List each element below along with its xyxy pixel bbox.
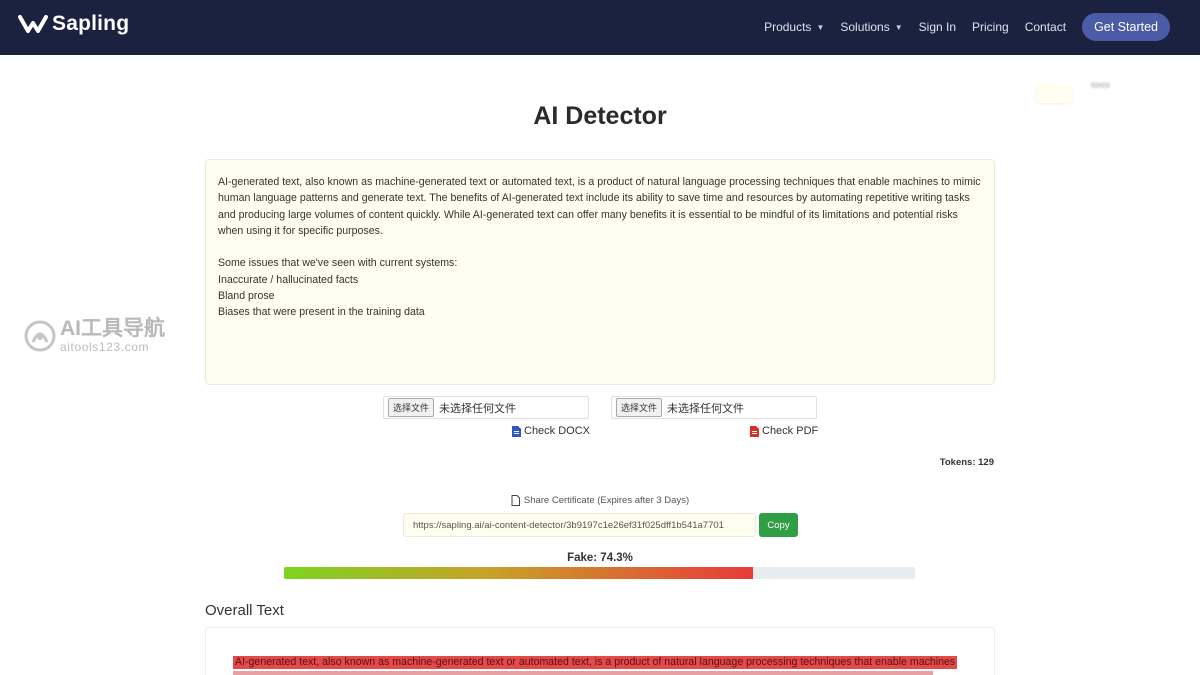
input-list-item: Inaccurate / hallucinated facts (218, 273, 359, 286)
input-paragraph: AI-generated text, also known as machine… (218, 176, 981, 237)
nav-pricing[interactable]: Pricing (972, 20, 1009, 34)
input-list-item: Biases that were present in the training… (218, 306, 425, 319)
watermark-title: AI工具导航 (60, 317, 165, 340)
copy-button[interactable]: Copy (759, 513, 798, 537)
brand-logo[interactable]: Sapling (18, 11, 129, 37)
nav-solutions-label: Solutions (840, 20, 890, 34)
check-pdf-label: Check PDF (762, 425, 819, 437)
nav-solutions[interactable]: Solutions ▼ (840, 20, 902, 34)
main-nav: Products ▼ Solutions ▼ Sign In Pricing C… (748, 13, 1170, 41)
site-watermark: AI工具导航 aitools123.com (24, 318, 165, 354)
overall-text-panel: AI-generated text, also known as machine… (205, 627, 995, 675)
nav-products[interactable]: Products ▼ (764, 20, 824, 34)
chevron-down-icon: ▼ (816, 22, 825, 32)
nav-contact[interactable]: Contact (1025, 20, 1066, 34)
check-docx-button[interactable]: Check DOCX (512, 425, 590, 437)
share-url-field[interactable]: https://sapling.ai/ai-content-detector/3… (403, 513, 756, 537)
watermark-logo-icon (24, 320, 56, 352)
docx-file-status: 未选择任何文件 (439, 402, 517, 415)
certificate-icon (511, 495, 520, 506)
top-navbar: Sapling Products ▼ Solutions ▼ Sign In P… (0, 0, 1200, 55)
input-list-item: Bland prose (218, 290, 275, 303)
share-certificate-label: Share Certificate (Expires after 3 Days) (0, 495, 1200, 506)
get-started-button[interactable]: Get Started (1082, 13, 1170, 41)
pdf-file-icon (750, 425, 759, 437)
sapling-logo-icon (18, 15, 48, 33)
brand-name: Sapling (52, 12, 130, 35)
watermark-subtitle: aitools123.com (60, 340, 150, 354)
nav-products-label: Products (764, 20, 812, 34)
input-list-intro: Some issues that we've seen with current… (218, 257, 458, 270)
highlighted-sentence: AI-generated text, also known as machine… (233, 656, 958, 669)
text-input-area[interactable]: AI-generated text, also known as machine… (205, 159, 995, 385)
nav-sign-in[interactable]: Sign In (919, 20, 956, 34)
fake-score-bar-fill (284, 567, 753, 579)
check-pdf-button[interactable]: Check PDF (750, 425, 818, 437)
word-file-icon (512, 425, 521, 437)
fake-score-bar (284, 567, 915, 579)
docx-choose-file-button[interactable]: 选择文件 (388, 398, 435, 417)
pdf-file-status: 未选择任何文件 (667, 402, 745, 415)
overall-text-heading: Overall Text (205, 602, 284, 619)
token-count: Tokens: 129 (939, 457, 994, 468)
page-title: AI Detector (533, 102, 667, 130)
docx-file-input[interactable]: 选择文件 未选择任何文件 (383, 396, 589, 419)
fake-score-label: Fake: 74.3% (567, 552, 633, 564)
chevron-down-icon: ▼ (894, 22, 903, 32)
pdf-choose-file-button[interactable]: 选择文件 (616, 398, 663, 417)
highlighted-sentence-continuation (233, 671, 933, 675)
floating-widget[interactable] (1036, 83, 1072, 103)
blurred-widget-icon[interactable]: ▭▭ (1091, 80, 1117, 98)
check-docx-label: Check DOCX (524, 425, 591, 437)
pdf-file-input[interactable]: 选择文件 未选择任何文件 (611, 396, 817, 419)
share-certificate-text: Share Certificate (Expires after 3 Days) (523, 495, 690, 506)
